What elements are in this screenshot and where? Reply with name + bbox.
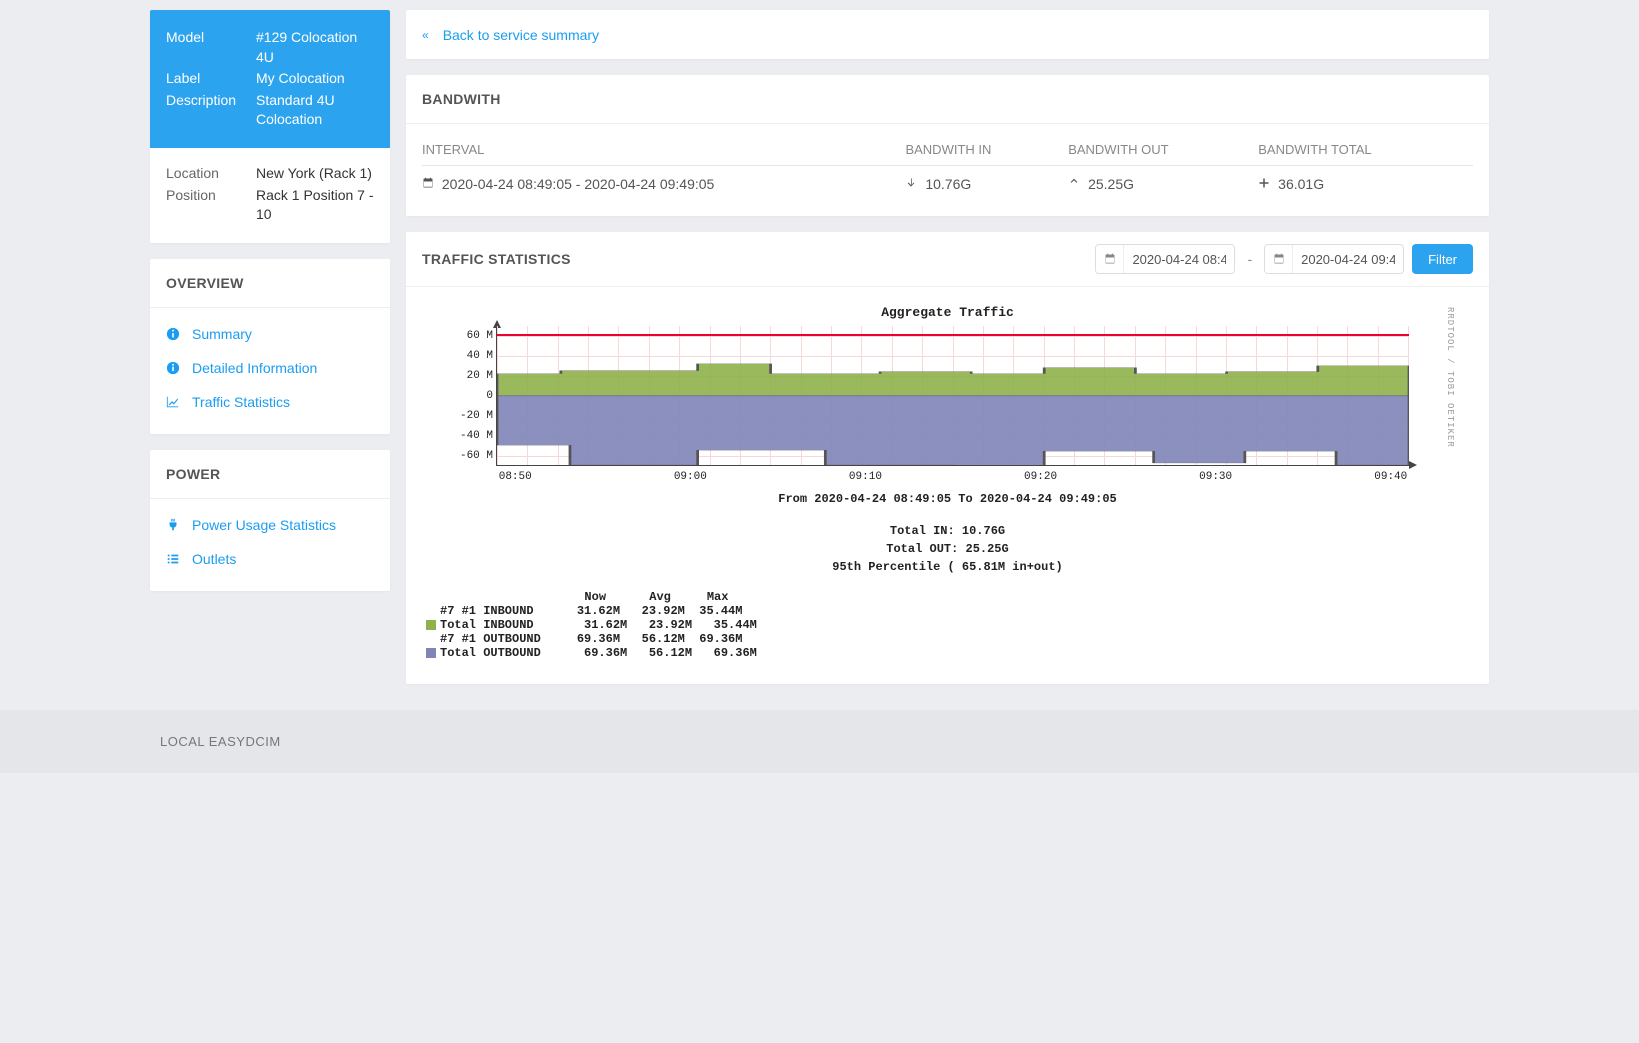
axis-arrow-right-icon <box>1409 461 1417 469</box>
legend-row: Total INBOUND 31.62M 23.92M 35.44M <box>426 618 1469 632</box>
y-tick: -20 M <box>453 410 493 422</box>
back-link-label: Back to service summary <box>443 27 599 43</box>
info-label-key: Label <box>166 69 256 89</box>
info-label-val: My Colocation <box>256 69 374 89</box>
x-tick: 08:50 <box>499 471 532 483</box>
nav-outlets-label: Outlets <box>192 551 236 567</box>
bw-col-out: BANDWITH OUT <box>1068 134 1258 166</box>
y-tick: -40 M <box>453 430 493 442</box>
info-description-val: Standard 4U Colocation <box>256 91 374 130</box>
legend-row: Total OUTBOUND 69.36M 56.12M 69.36M <box>426 646 1469 660</box>
y-tick: 20 M <box>453 370 493 382</box>
arrow-down-icon <box>905 176 917 192</box>
list-icon <box>166 552 180 566</box>
info-location-val: New York (Rack 1) <box>256 164 374 184</box>
power-panel: POWER Power Usage Statistics Outlets <box>150 450 390 591</box>
nav-summary-label: Summary <box>192 326 252 342</box>
filter-button[interactable]: Filter <box>1412 244 1473 274</box>
nav-detailed[interactable]: Detailed Information <box>166 360 317 376</box>
date-from-input[interactable] <box>1124 245 1234 273</box>
info-model-key: Model <box>166 28 256 67</box>
footer-text: LOCAL EASYDCIM <box>160 734 281 749</box>
bandwidth-panel: BANDWITH INTERVAL BANDWITH IN BANDWITH O… <box>406 75 1489 216</box>
series-inbound <box>497 364 1409 396</box>
chart-plot-area: 60 M40 M20 M0-20 M-40 M-60 M08:5009:0009… <box>496 326 1409 466</box>
bw-total: 36.01G <box>1278 176 1324 192</box>
calendar-icon <box>422 176 434 192</box>
traffic-panel: TRAFFIC STATISTICS - Filter Aggre <box>406 232 1489 684</box>
table-row: 2020-04-24 08:49:05 - 2020-04-24 09:49:0… <box>422 166 1473 203</box>
nav-traffic-label: Traffic Statistics <box>192 394 290 410</box>
chart-legend: Now Avg Max#7 #1 INBOUND 31.62M 23.92M 3… <box>426 590 1469 660</box>
threshold-line <box>497 334 1409 336</box>
bandwidth-table: INTERVAL BANDWITH IN BANDWITH OUT BANDWI… <box>422 134 1473 202</box>
info-card-top: Model #129 Colocation 4U Label My Coloca… <box>150 10 390 148</box>
chart-caption: From 2020-04-24 08:49:05 To 2020-04-24 0… <box>426 492 1469 506</box>
plus-icon <box>1258 176 1270 192</box>
date-separator: - <box>1243 251 1256 267</box>
chart-side-note: RRDTOOL / TOBI OETIKER <box>1445 307 1455 634</box>
total-in: Total IN: 10.76G <box>426 522 1469 540</box>
nav-outlets[interactable]: Outlets <box>166 551 236 567</box>
chart-totals: Total IN: 10.76G Total OUT: 25.25G 95th … <box>426 522 1469 576</box>
info-position-val: Rack 1 Position 7 - 10 <box>256 186 374 225</box>
chevron-left-icon: « <box>422 28 429 42</box>
plug-icon <box>166 518 180 532</box>
bw-in: 10.76G <box>925 176 971 192</box>
info-icon <box>166 327 180 341</box>
x-tick: 09:20 <box>1024 471 1057 483</box>
total-out: Total OUT: 25.25G <box>426 540 1469 558</box>
back-link[interactable]: « Back to service summary <box>422 27 599 43</box>
x-tick: 09:30 <box>1199 471 1232 483</box>
y-tick: -60 M <box>453 450 493 462</box>
date-to-input[interactable] <box>1293 245 1403 273</box>
date-to-group <box>1264 244 1404 274</box>
nav-power-usage[interactable]: Power Usage Statistics <box>166 517 336 533</box>
series-outbound <box>497 396 1409 466</box>
legend-row: #7 #1 INBOUND 31.62M 23.92M 35.44M <box>426 604 1469 618</box>
nav-power-usage-label: Power Usage Statistics <box>192 517 336 533</box>
info-card: Model #129 Colocation 4U Label My Coloca… <box>150 10 390 243</box>
nav-detailed-label: Detailed Information <box>192 360 317 376</box>
legend-header: Now Avg Max <box>426 590 1469 604</box>
overview-panel: OVERVIEW Summary Detailed Information <box>150 259 390 434</box>
traffic-title: TRAFFIC STATISTICS <box>422 251 1087 267</box>
nav-summary[interactable]: Summary <box>166 326 252 342</box>
bw-interval: 2020-04-24 08:49:05 - 2020-04-24 09:49:0… <box>442 176 714 192</box>
info-model-val: #129 Colocation 4U <box>256 28 374 67</box>
y-tick: 40 M <box>453 350 493 362</box>
arrow-up-icon <box>1068 176 1080 192</box>
bw-out: 25.25G <box>1088 176 1134 192</box>
nav-traffic[interactable]: Traffic Statistics <box>166 394 290 410</box>
total-percentile: 95th Percentile ( 65.81M in+out) <box>426 558 1469 576</box>
chart-line-icon <box>166 395 180 409</box>
y-tick: 0 <box>453 390 493 402</box>
date-from-group <box>1095 244 1235 274</box>
info-location-key: Location <box>166 164 256 184</box>
info-description-key: Description <box>166 91 256 130</box>
calendar-icon <box>1265 245 1293 273</box>
legend-swatch <box>426 648 436 658</box>
power-title: POWER <box>150 450 390 499</box>
bw-col-interval: INTERVAL <box>422 134 905 166</box>
x-tick: 09:40 <box>1374 471 1407 483</box>
chart-container: Aggregate Traffic RRDTOOL / TOBI OETIKER… <box>406 287 1489 684</box>
bw-col-in: BANDWITH IN <box>905 134 1068 166</box>
legend-row: #7 #1 OUTBOUND 69.36M 56.12M 69.36M <box>426 632 1469 646</box>
overview-title: OVERVIEW <box>150 259 390 308</box>
bandwidth-title: BANDWITH <box>406 75 1489 124</box>
info-card-bottom: Location New York (Rack 1) Position Rack… <box>150 148 390 243</box>
x-tick: 09:00 <box>674 471 707 483</box>
x-tick: 09:10 <box>849 471 882 483</box>
chart-title: Aggregate Traffic <box>426 305 1469 320</box>
info-circle-icon <box>166 361 180 375</box>
calendar-icon <box>1096 245 1124 273</box>
footer: LOCAL EASYDCIM <box>0 710 1639 773</box>
info-position-key: Position <box>166 186 256 225</box>
y-tick: 60 M <box>453 330 493 342</box>
back-panel: « Back to service summary <box>406 10 1489 59</box>
bw-col-total: BANDWITH TOTAL <box>1258 134 1473 166</box>
legend-swatch <box>426 620 436 630</box>
